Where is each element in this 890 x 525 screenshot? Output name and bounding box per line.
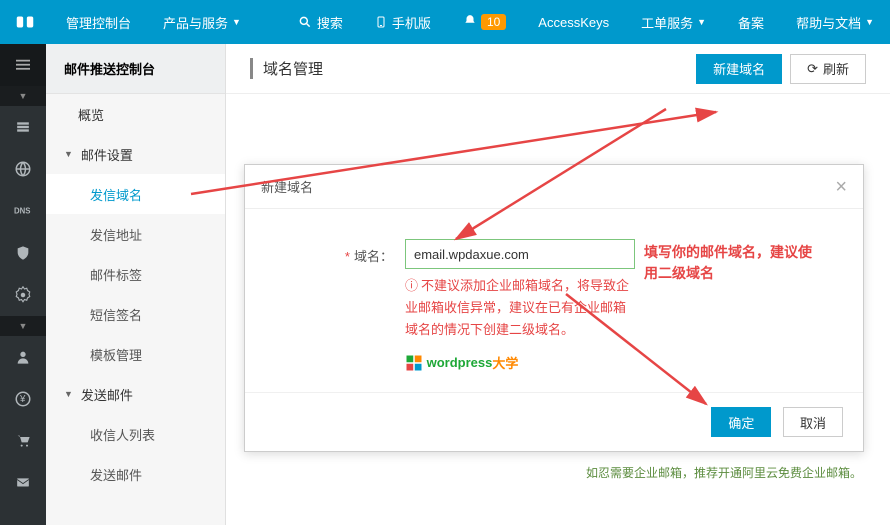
chevron-down-icon: ▼: [64, 389, 73, 399]
notification-badge: 10: [481, 14, 506, 30]
sidebar-recipients[interactable]: 收信人列表: [46, 414, 225, 454]
watermark-icon: [405, 354, 423, 372]
rail-collapse-2[interactable]: ▼: [0, 316, 46, 336]
caret-down-icon: ▼: [232, 17, 241, 27]
refresh-icon: ⟳: [807, 61, 818, 77]
rail-menu-toggle[interactable]: [0, 44, 46, 86]
search-icon: [298, 15, 312, 29]
cancel-button[interactable]: 取消: [783, 407, 843, 437]
dialog-header: 新建域名 ×: [245, 165, 863, 209]
nav-help[interactable]: 帮助与文档▼: [780, 0, 890, 44]
watermark: wordpress大学: [405, 353, 635, 372]
background-hint: 如忍需要企业邮箱，推荐开通阿里云免费企业邮箱。: [586, 464, 862, 481]
bell-icon: [463, 14, 477, 31]
new-domain-button[interactable]: 新建域名: [696, 54, 782, 84]
page-title: 域名管理: [250, 58, 323, 79]
rail-item-settings[interactable]: [0, 274, 46, 316]
sidebar-domain[interactable]: 发信域名: [46, 174, 225, 214]
sidebar-send[interactable]: 发送邮件: [46, 454, 225, 494]
caret-down-icon: ▼: [697, 17, 706, 27]
sidebar-group-send[interactable]: ▼发送邮件: [46, 374, 225, 414]
dialog-title: 新建域名: [261, 177, 313, 196]
main-content: 域名管理 新建域名 ⟳刷新 操作 如忍需要企业邮箱，推荐开通阿里云免费企业邮箱。…: [226, 44, 890, 525]
nav-mobile[interactable]: 手机版: [359, 0, 447, 44]
warning-icon: ⓘ: [405, 278, 418, 293]
nav-tickets[interactable]: 工单服务▼: [625, 0, 722, 44]
svg-text:¥: ¥: [19, 394, 26, 405]
mobile-icon: [375, 15, 387, 29]
nav-console[interactable]: 管理控制台: [50, 0, 147, 44]
rail-item-yen[interactable]: ¥: [0, 378, 46, 420]
rail-item-dns[interactable]: DNS: [0, 190, 46, 232]
nav-notifications[interactable]: 10: [447, 0, 522, 44]
rail-item-cart[interactable]: [0, 420, 46, 462]
rail-collapse[interactable]: ▼: [0, 86, 46, 106]
sidebar-sms[interactable]: 短信签名: [46, 294, 225, 334]
new-domain-dialog: 新建域名 × *域名： ⓘ不建议添加企业邮箱域名，将导致企业邮箱收信异常，建议在…: [244, 164, 864, 452]
rail-item-globe[interactable]: [0, 148, 46, 190]
nav-accesskeys[interactable]: AccessKeys: [522, 0, 625, 44]
nav-search[interactable]: 搜索: [282, 0, 359, 44]
sidebar-group-mail[interactable]: ▼邮件设置: [46, 134, 225, 174]
sidebar-overview[interactable]: 概览: [46, 94, 225, 134]
sidebar: 邮件推送控制台 概览 ▼邮件设置 发信域名 发信地址 邮件标签 短信签名 模板管…: [46, 44, 226, 525]
top-bar: 管理控制台 产品与服务▼ 搜索 手机版 10 AccessKeys 工单服务▼ …: [0, 0, 890, 44]
rail-item-1[interactable]: [0, 106, 46, 148]
left-rail: ▼ DNS ▼ ¥: [0, 44, 46, 525]
sidebar-tags[interactable]: 邮件标签: [46, 254, 225, 294]
form-row-domain: *域名： ⓘ不建议添加企业邮箱域名，将导致企业邮箱收信异常，建议在已有企业邮箱域…: [275, 239, 833, 372]
page-header: 域名管理 新建域名 ⟳刷新: [226, 44, 890, 94]
domain-warning: ⓘ不建议添加企业邮箱域名，将导致企业邮箱收信异常，建议在已有企业邮箱域名的情况下…: [405, 275, 635, 341]
sidebar-title: 邮件推送控制台: [46, 44, 225, 94]
sidebar-address[interactable]: 发信地址: [46, 214, 225, 254]
refresh-button[interactable]: ⟳刷新: [790, 54, 866, 84]
domain-label: *域名：: [275, 239, 405, 265]
rail-item-mail[interactable]: [0, 462, 46, 504]
svg-text:DNS: DNS: [14, 206, 30, 215]
sidebar-template[interactable]: 模板管理: [46, 334, 225, 374]
nav-beian[interactable]: 备案: [722, 0, 780, 44]
domain-input[interactable]: [405, 239, 635, 269]
logo[interactable]: [0, 0, 50, 44]
rail-item-user[interactable]: [0, 336, 46, 378]
caret-down-icon: ▼: [865, 17, 874, 27]
chevron-down-icon: ▼: [64, 149, 73, 159]
nav-products[interactable]: 产品与服务▼: [147, 0, 257, 44]
close-icon[interactable]: ×: [835, 177, 847, 197]
dialog-footer: 确定 取消: [245, 392, 863, 451]
ok-button[interactable]: 确定: [711, 407, 771, 437]
rail-item-shield[interactable]: [0, 232, 46, 274]
